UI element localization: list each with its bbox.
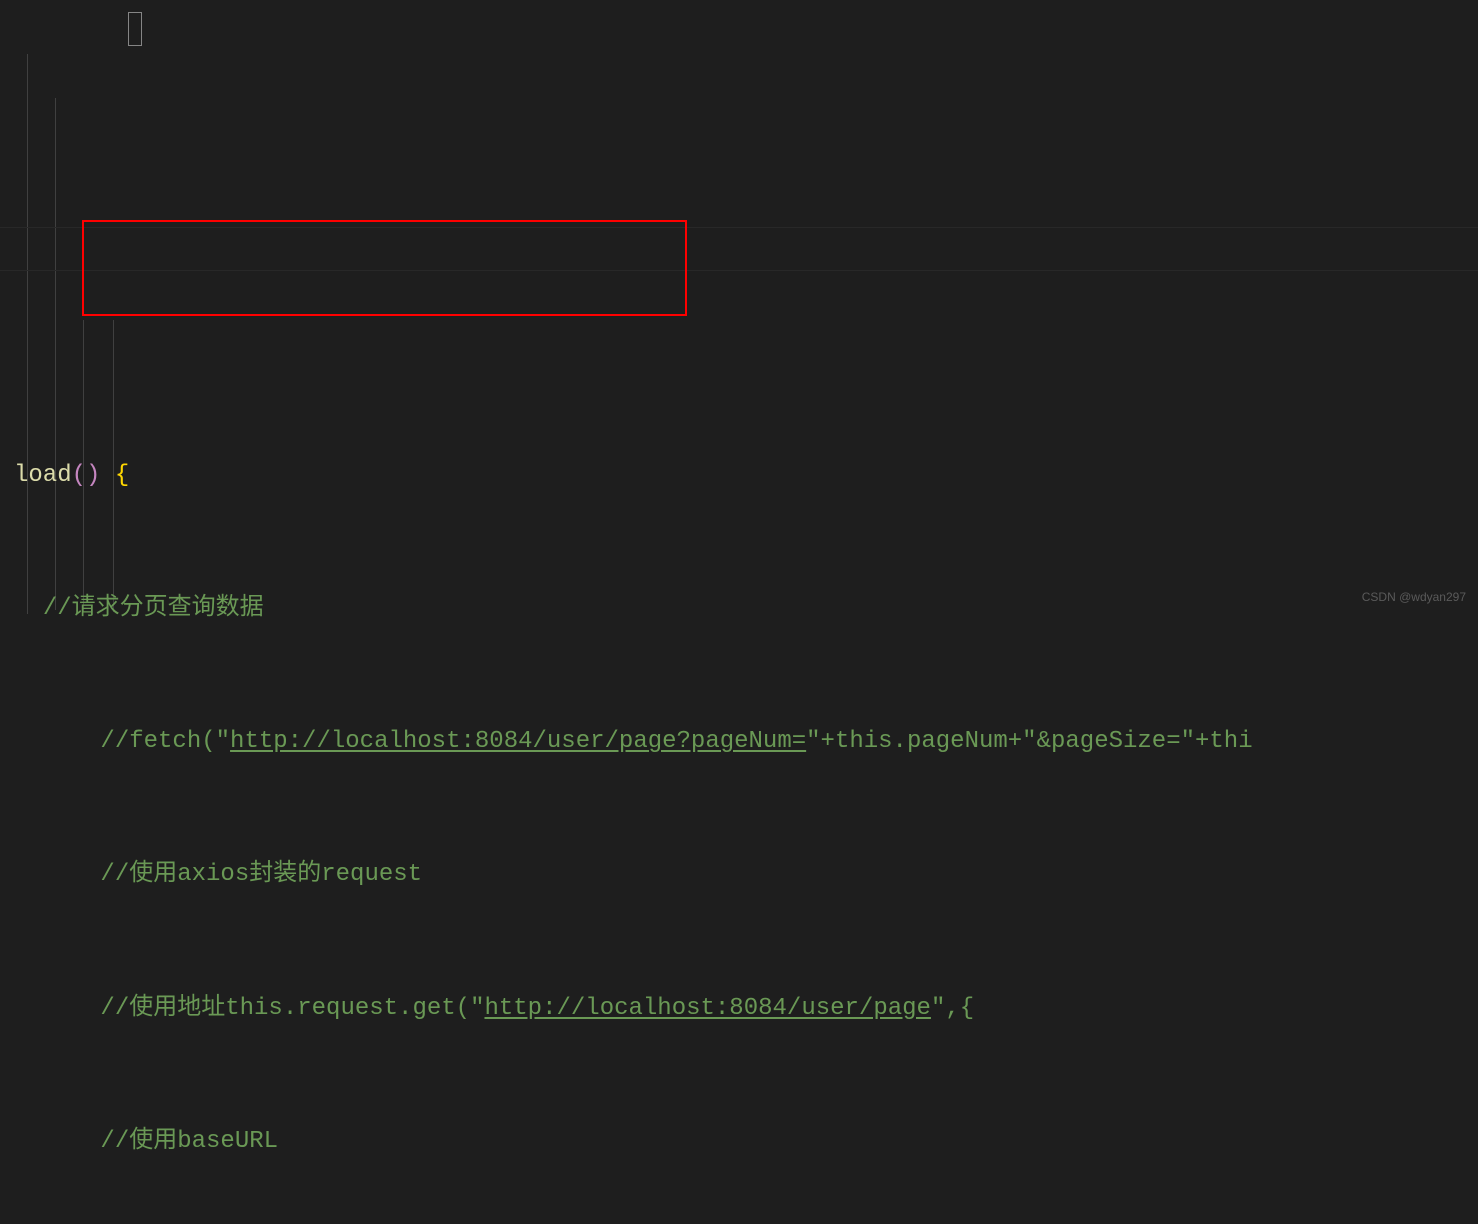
indent-guide — [27, 54, 28, 614]
code-line[interactable]: //使用axios封装的request — [14, 853, 1478, 897]
cursor-outline — [128, 12, 142, 46]
code-line[interactable]: //使用地址this.request.get("http://localhost… — [14, 987, 1478, 1031]
code-line[interactable]: //fetch("http://localhost:8084/user/page… — [14, 720, 1478, 764]
current-line-highlight — [0, 227, 1478, 271]
highlight-box — [82, 220, 687, 316]
brace: { — [100, 462, 129, 489]
code-line[interactable]: load() { — [14, 454, 1478, 498]
watermark: CSDN @wdyan297 — [1362, 590, 1466, 604]
comment: //使用baseURL — [100, 1128, 278, 1155]
url-link[interactable]: http://localhost:8084/user/page?pageNum= — [230, 728, 806, 755]
comment: //请求分页查询数据 — [43, 595, 264, 622]
code-line[interactable]: //使用baseURL — [14, 1120, 1478, 1164]
code-line[interactable]: //请求分页查询数据 — [14, 587, 1478, 631]
indent-guide — [55, 98, 56, 610]
code-editor[interactable]: load() { //请求分页查询数据 //fetch("http://loca… — [0, 0, 1478, 1224]
comment: //使用地址this.request.get("http://localhost… — [100, 995, 974, 1022]
function-name: load — [14, 462, 72, 489]
parentheses: () — [72, 462, 101, 489]
comment: //使用axios封装的request — [100, 861, 422, 888]
comment: //fetch("http://localhost:8084/user/page… — [100, 728, 1252, 755]
url-link[interactable]: http://localhost:8084/user/page — [484, 995, 930, 1022]
